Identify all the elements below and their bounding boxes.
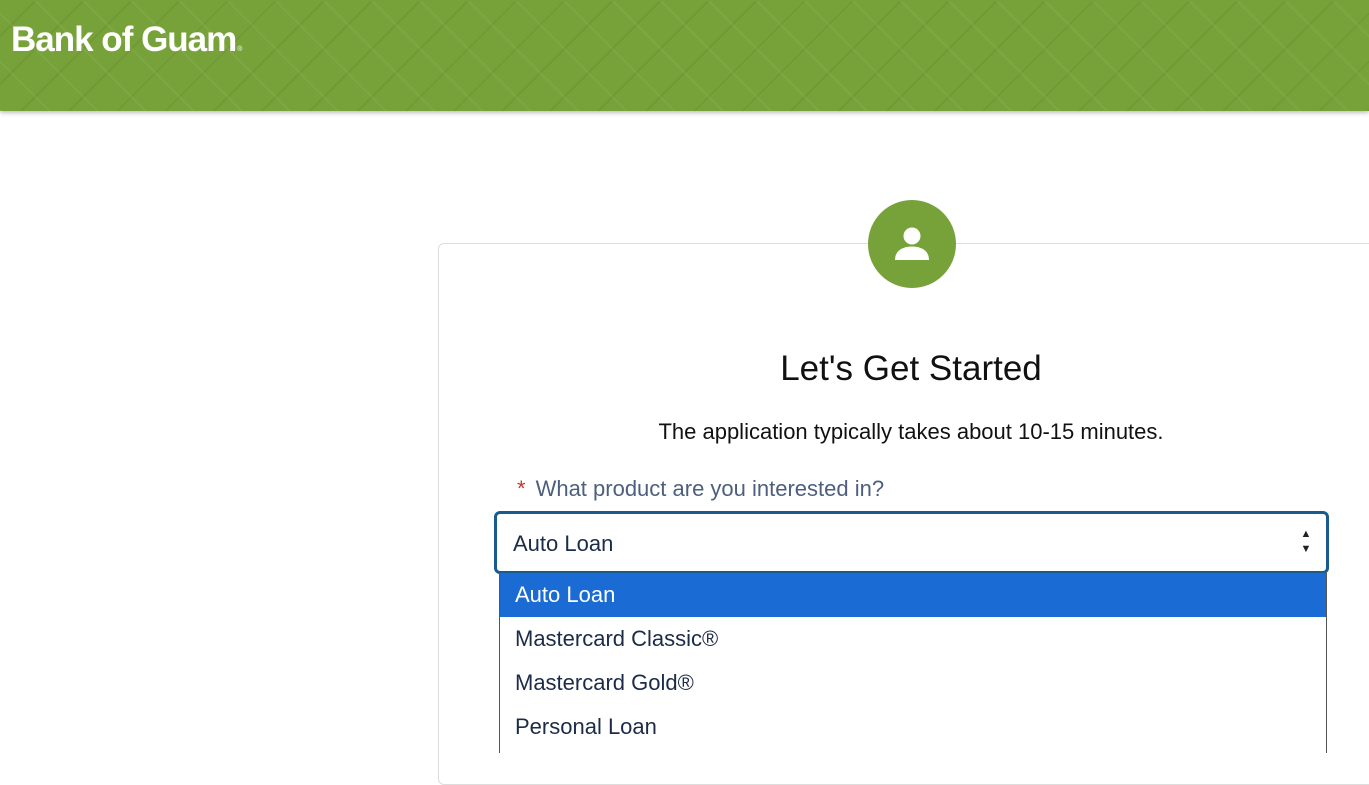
logo-registered-mark: ®: [237, 46, 242, 53]
product-label-text: What product are you interested in?: [535, 476, 885, 501]
dropdown-option-mastercard-gold[interactable]: Mastercard Gold®: [500, 661, 1326, 705]
dropdown-option-personal-loan[interactable]: Personal Loan: [500, 705, 1326, 749]
product-select-value: Auto Loan: [513, 531, 614, 556]
select-arrows-icon: ▲ ▼: [1300, 528, 1312, 555]
dropdown-option-auto-loan[interactable]: Auto Loan: [500, 573, 1326, 617]
bank-logo[interactable]: Bank of Guam®: [11, 18, 242, 62]
product-dropdown-list: Auto Loan Mastercard Classic® Mastercard…: [499, 573, 1327, 753]
avatar-badge: [868, 200, 956, 288]
product-select[interactable]: Auto Loan ▲ ▼: [494, 511, 1329, 574]
required-marker: *: [517, 476, 526, 501]
page-subtitle: The application typically takes about 10…: [658, 419, 1164, 444]
logo-text: Bank of Guam: [11, 20, 237, 59]
page-title: Let's Get Started: [780, 349, 1042, 388]
dropdown-option-mastercard-classic[interactable]: Mastercard Classic®: [500, 617, 1326, 661]
product-field-label: * What product are you interested in?: [517, 476, 884, 502]
user-icon: [895, 227, 929, 260]
site-header: Bank of Guam®: [0, 0, 1369, 111]
